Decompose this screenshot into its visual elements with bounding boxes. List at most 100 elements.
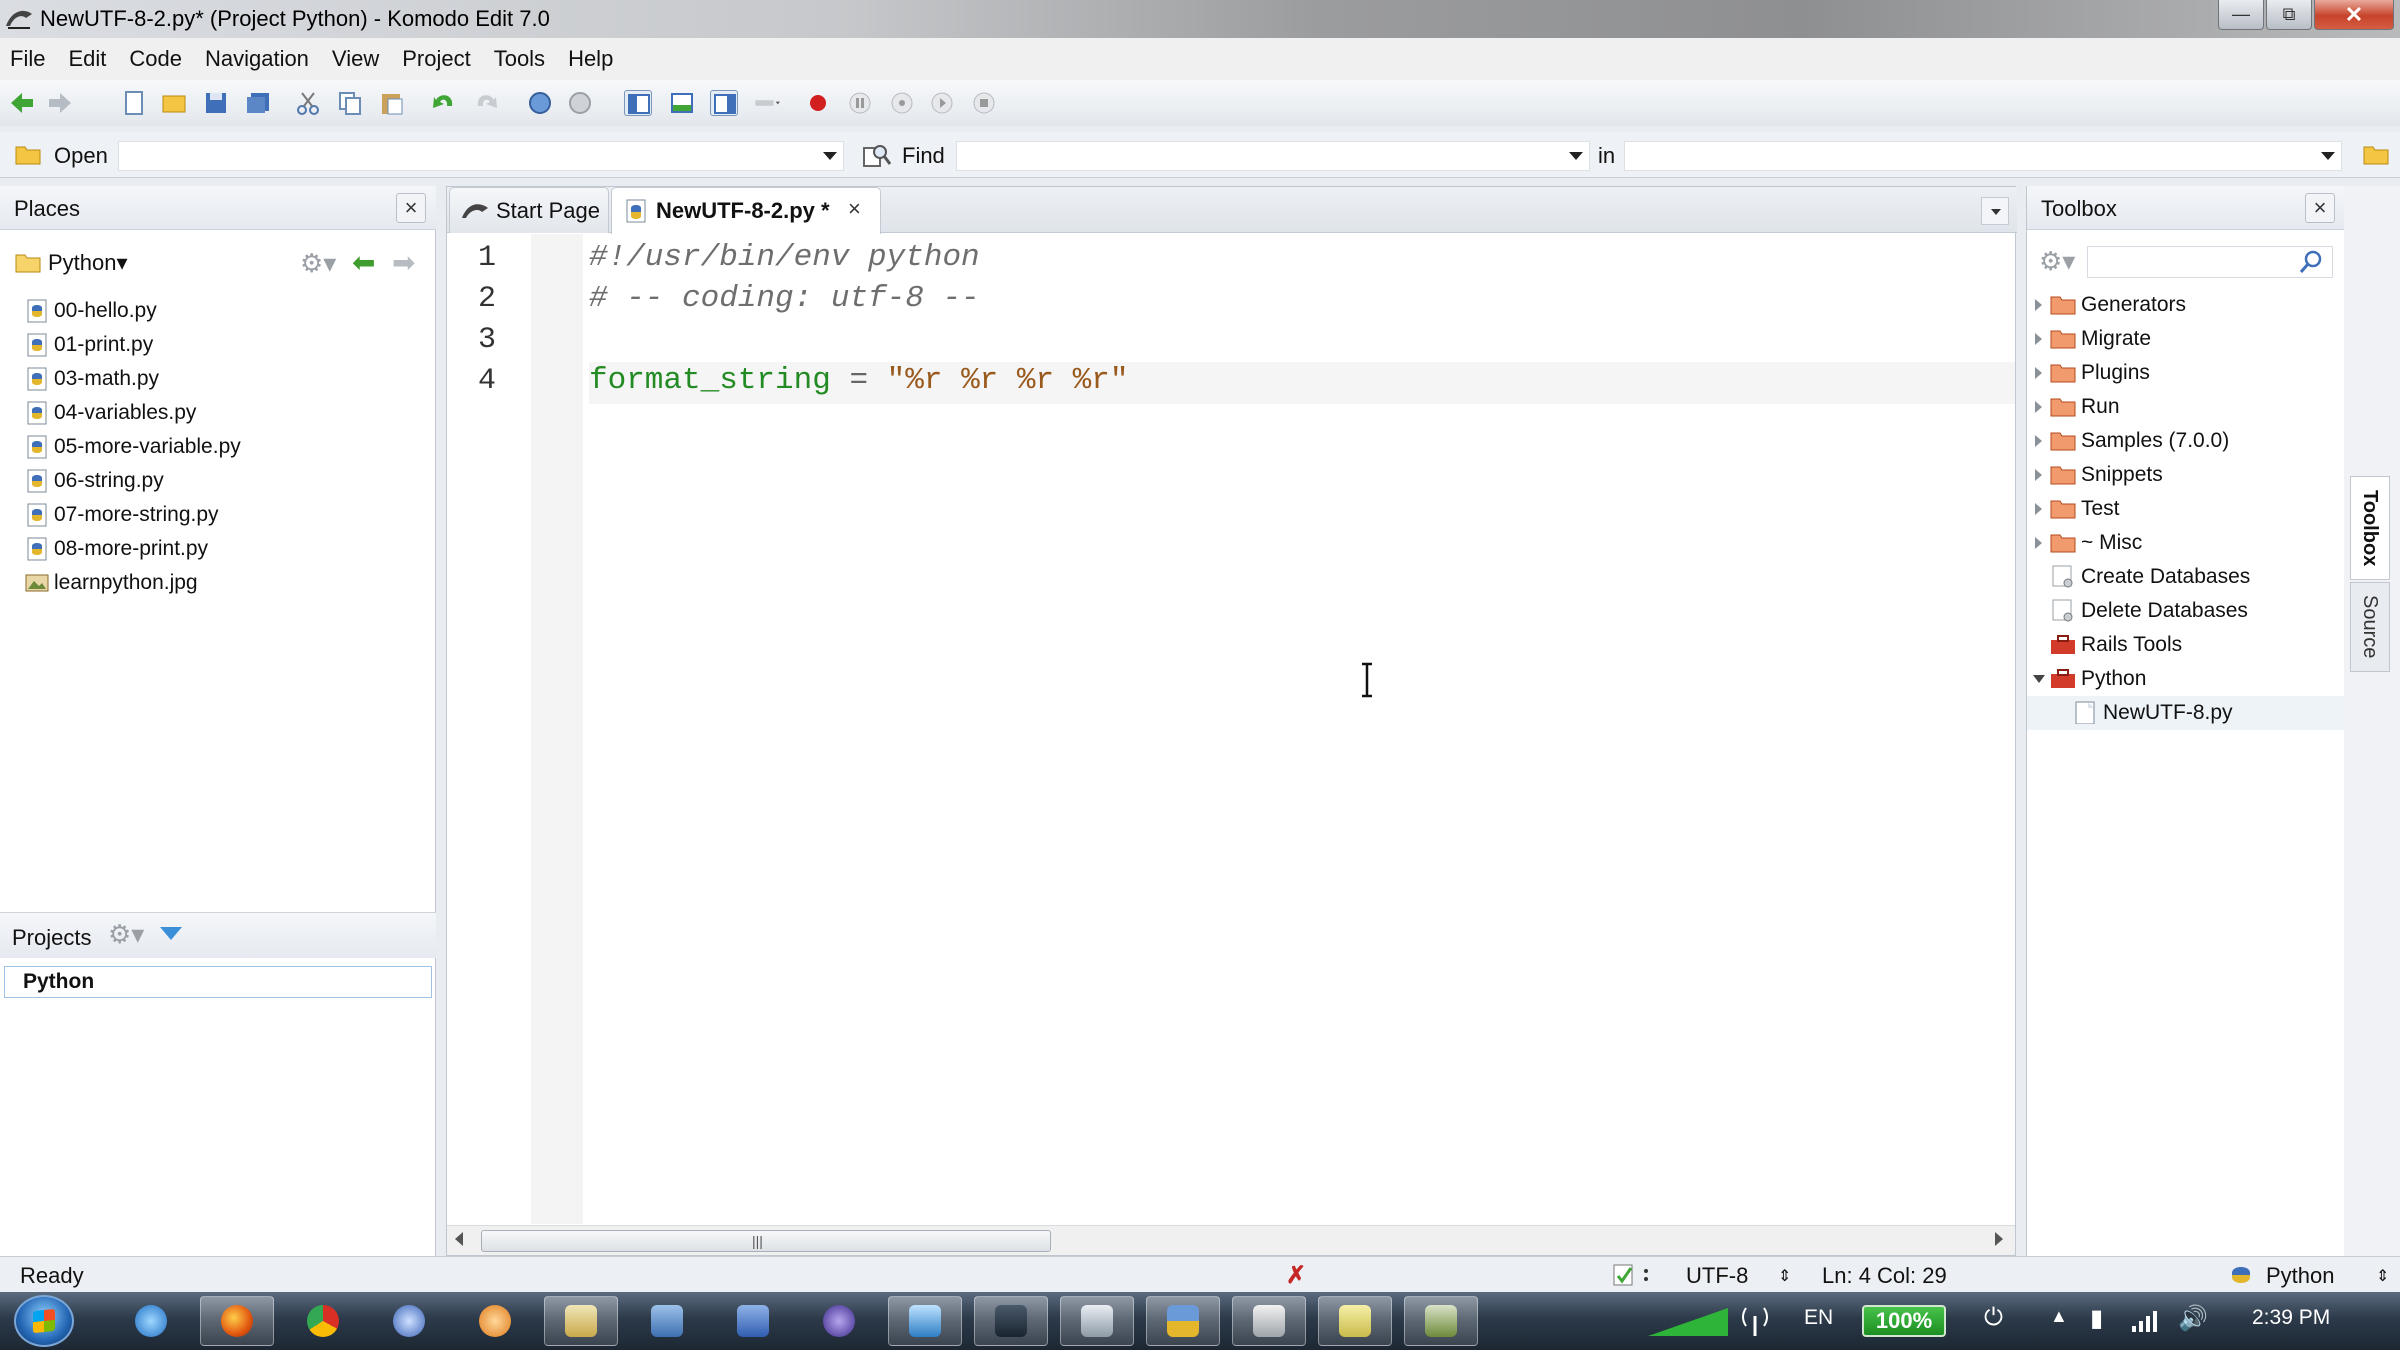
maximize-button[interactable]: ⧉ (2266, 0, 2312, 30)
toolbox-item[interactable]: NewUTF-8.py (2027, 696, 2345, 730)
open-input[interactable] (118, 141, 844, 171)
toolbox-item[interactable]: Python (2027, 662, 2345, 696)
paste-icon[interactable] (378, 90, 406, 116)
pause-macro-icon[interactable] (846, 90, 874, 116)
power-icon[interactable]: ⏻ (1984, 1304, 2003, 1332)
clock[interactable]: 2:39 PM (2252, 1306, 2330, 1330)
file-item[interactable]: 05-more-variable.py (24, 430, 241, 464)
expand-icon[interactable] (2035, 401, 2042, 413)
browse-folder-icon[interactable] (2362, 142, 2390, 166)
save-all-icon[interactable] (244, 90, 272, 116)
network-bars-icon[interactable] (2130, 1308, 2160, 1334)
undo-icon[interactable] (430, 90, 458, 116)
redo-icon[interactable] (472, 90, 500, 116)
expand-icon[interactable] (2035, 537, 2042, 549)
back-icon[interactable] (8, 90, 36, 116)
menu-file[interactable]: File (10, 46, 45, 72)
toolbox-item[interactable]: Run (2027, 390, 2345, 424)
places-root-selector[interactable]: Python▾ (48, 250, 128, 276)
record-macro-icon[interactable] (804, 90, 832, 116)
terminal-taskbar-icon[interactable] (974, 1296, 1048, 1346)
scroll-thumb[interactable]: ||| (481, 1230, 1051, 1252)
app-taskbar-icon[interactable] (1060, 1296, 1134, 1346)
app-taskbar-icon[interactable] (630, 1296, 704, 1346)
menu-view[interactable]: View (332, 46, 379, 72)
scroll-right-icon[interactable] (1995, 1232, 2003, 1246)
file-item[interactable]: 08-more-print.py (24, 532, 241, 566)
find-in-input[interactable] (1624, 141, 2342, 171)
side-tab-toolbox[interactable]: Toolbox (2350, 476, 2390, 580)
tools-taskbar-icon[interactable] (1404, 1296, 1478, 1346)
wireless-icon[interactable] (1740, 1302, 1770, 1338)
toggle-bottom-pane-icon[interactable] (668, 90, 696, 116)
toolbox-gear-icon[interactable]: ⚙▾ (2039, 246, 2075, 277)
play-macro-icon[interactable] (928, 90, 956, 116)
places-gear-icon[interactable]: ⚙▾ (300, 248, 336, 279)
file-item[interactable]: 01-print.py (24, 328, 241, 362)
project-item-python[interactable]: Python (4, 966, 432, 998)
tab-start-page[interactable]: Start Page (449, 187, 609, 233)
tab-close-icon[interactable]: × (848, 196, 861, 222)
menu-project[interactable]: Project (402, 46, 470, 72)
eclipse-taskbar-icon[interactable] (802, 1296, 876, 1346)
toolbox-filter-input[interactable] (2087, 246, 2333, 278)
menu-navigation[interactable]: Navigation (205, 46, 309, 72)
battery-indicator[interactable]: 100% (1862, 1305, 1946, 1337)
start-button[interactable] (14, 1295, 74, 1347)
notes-taskbar-icon[interactable] (1318, 1296, 1392, 1346)
new-file-icon[interactable] (120, 90, 148, 116)
forward-icon[interactable] (46, 90, 74, 116)
toolbox-item[interactable]: Delete Databases (2027, 594, 2345, 628)
app-taskbar-icon[interactable] (716, 1296, 790, 1346)
toolbox-item[interactable]: Rails Tools (2027, 628, 2345, 662)
save-macro-icon[interactable] (970, 90, 998, 116)
toolbox-item[interactable]: Snippets (2027, 458, 2345, 492)
places-back-icon[interactable]: ⬅ (352, 246, 375, 279)
side-tab-source[interactable]: Source (2350, 582, 2390, 672)
app-taskbar-icon[interactable] (372, 1296, 446, 1346)
places-forward-icon[interactable]: ➡ (392, 246, 415, 279)
volume-icon[interactable]: 🔊 (2178, 1304, 2208, 1333)
file-item[interactable]: 00-hello.py (24, 294, 241, 328)
toolbox-item[interactable]: Test (2027, 492, 2345, 526)
expand-icon[interactable] (2035, 469, 2042, 481)
collapse-icon[interactable] (2033, 675, 2045, 683)
tab-list-dropdown[interactable] (1981, 197, 2009, 225)
globe-icon[interactable] (526, 90, 554, 116)
projects-gear-icon[interactable]: ⚙▾ (108, 919, 144, 950)
encoding-spinner-icon[interactable]: ⇕ (1778, 1266, 1791, 1286)
close-window-button[interactable]: ✕ (2314, 0, 2394, 30)
open-dropdown-icon[interactable] (823, 152, 837, 160)
expand-icon[interactable] (2035, 503, 2042, 515)
open-folder-icon[interactable] (160, 90, 188, 116)
toggle-left-pane-icon[interactable] (624, 90, 652, 116)
python-taskbar-icon[interactable] (1146, 1296, 1220, 1346)
save-icon[interactable] (202, 90, 230, 116)
toolbox-item[interactable]: Plugins (2027, 356, 2345, 390)
projects-menu-icon[interactable] (160, 927, 182, 940)
media-taskbar-icon[interactable] (458, 1296, 532, 1346)
find-dropdown-icon[interactable] (1569, 152, 1583, 160)
file-item[interactable]: 04-variables.py (24, 396, 241, 430)
explorer-taskbar-icon[interactable] (544, 1296, 618, 1346)
file-item[interactable]: 07-more-string.py (24, 498, 241, 532)
preview-icon[interactable] (566, 90, 594, 116)
scroll-left-icon[interactable] (455, 1232, 463, 1246)
firefox-taskbar-icon[interactable] (200, 1296, 274, 1346)
expand-icon[interactable] (2035, 299, 2042, 311)
expand-icon[interactable] (2035, 367, 2042, 379)
menu-help[interactable]: Help (568, 46, 613, 72)
language-selector[interactable]: Python (2266, 1263, 2335, 1289)
ie-taskbar-icon[interactable] (114, 1296, 188, 1346)
syntax-error-icon[interactable]: ✗ (1286, 1261, 1306, 1290)
check-syntax-icon[interactable] (1612, 1262, 1654, 1288)
horizontal-scrollbar[interactable]: ||| (447, 1225, 2015, 1255)
macro-dropdown-icon[interactable] (754, 90, 794, 116)
find-in-dropdown-icon[interactable] (2321, 152, 2335, 160)
open-folder-icon[interactable] (14, 142, 42, 166)
toggle-right-pane-icon[interactable] (710, 90, 738, 116)
chrome-taskbar-icon[interactable] (286, 1296, 360, 1346)
file-item[interactable]: 06-string.py (24, 464, 241, 498)
network-icon[interactable]: ▮ (2090, 1304, 2103, 1333)
toolbox-item[interactable]: ~ Misc (2027, 526, 2345, 560)
